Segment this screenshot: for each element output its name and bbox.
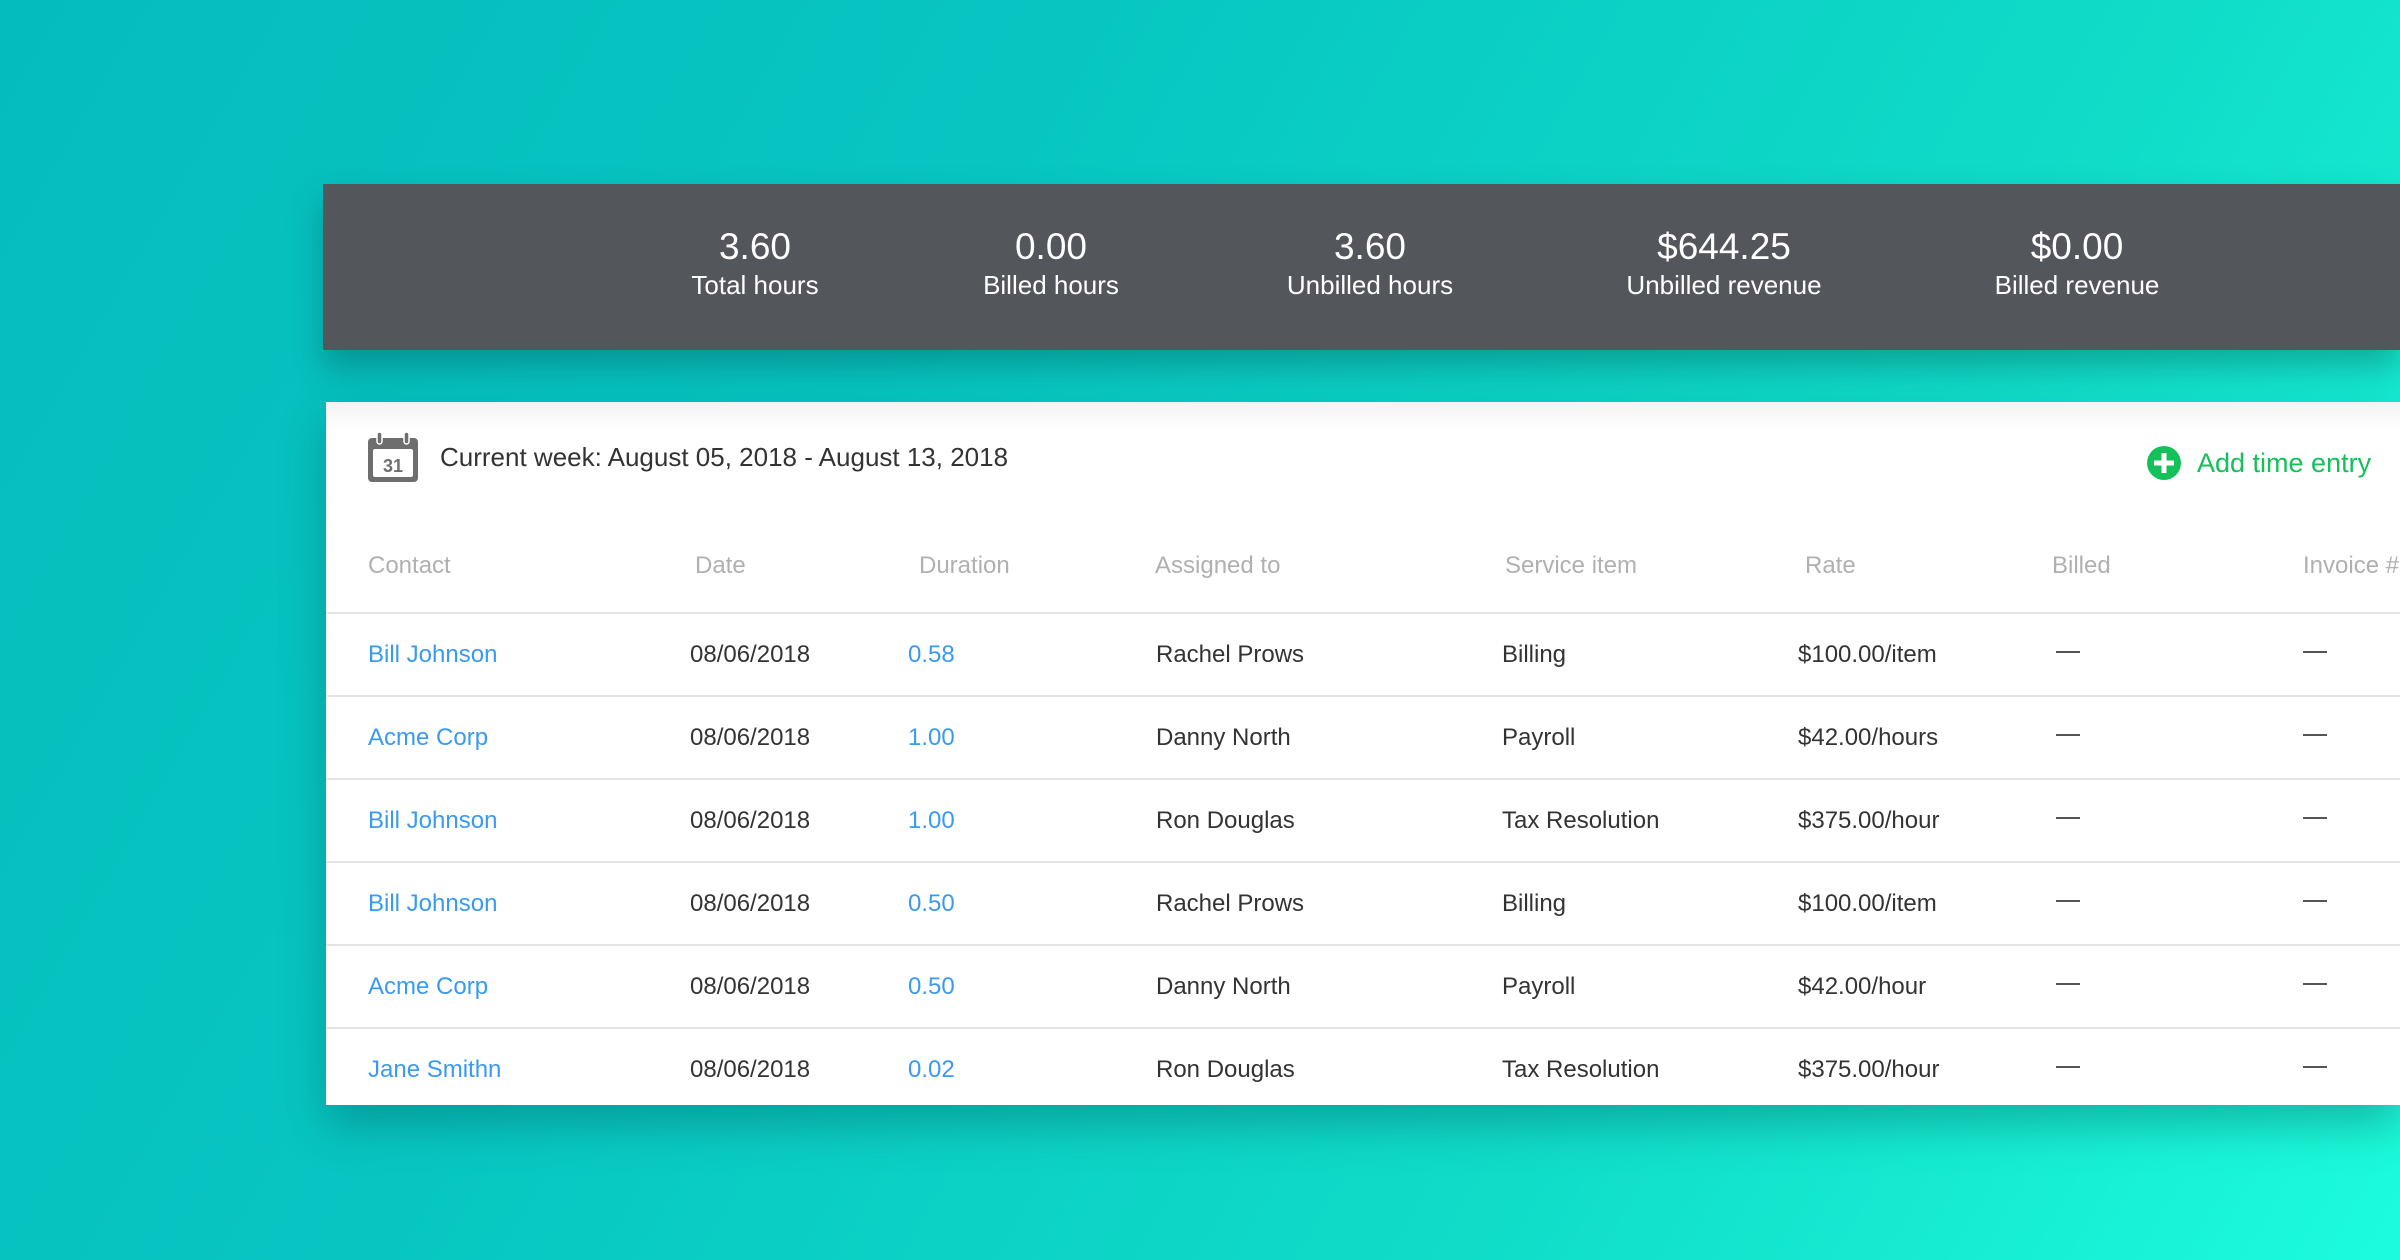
service-item-cell: Billing [1502, 640, 1567, 668]
table-row[interactable]: Acme Corp 08/06/2018 0.50 Danny North Pa… [326, 946, 2400, 1029]
date-cell: 08/06/2018 [690, 806, 811, 834]
contact-link[interactable]: Bill Johnson [368, 780, 497, 861]
stats-panel: 3.60 Total hours 0.00 Billed hours 3.60 … [323, 184, 2400, 350]
empty-dash-icon [2303, 816, 2327, 819]
rate-cell: $42.00/hour [1798, 972, 1927, 1000]
stat-label: Billed revenue [1994, 270, 2160, 300]
contact-link[interactable]: Bill Johnson [368, 614, 497, 695]
invoice-cell [2303, 780, 2327, 861]
empty-dash-icon [2056, 1065, 2080, 1068]
stat-unbilled-hours: 3.60 Unbilled hours [1190, 226, 1550, 302]
add-time-entry-label: Add time entry [2197, 448, 2372, 478]
service-item-cell: Payroll [1502, 723, 1576, 751]
time-entries-card: 31 Current week: August 05, 2018 - Augus… [326, 402, 2400, 1105]
column-header-duration[interactable]: Duration [919, 530, 1010, 612]
assigned-to-cell: Rachel Prows [1156, 889, 1305, 917]
empty-dash-icon [2056, 816, 2080, 819]
service-item-cell: Tax Resolution [1502, 1055, 1660, 1083]
calendar-icon: 31 [368, 432, 418, 482]
stat-unbilled-revenue: $644.25 Unbilled revenue [1544, 226, 1904, 302]
column-header-date[interactable]: Date [695, 530, 746, 612]
empty-dash-icon [2056, 982, 2080, 985]
table-row[interactable]: Bill Johnson 08/06/2018 0.58 Rachel Prow… [326, 614, 2400, 697]
duration-link[interactable]: 0.50 [908, 946, 955, 1027]
time-entries-table: Contact Date Duration Assigned to Servic… [326, 530, 2400, 1105]
table-row[interactable]: Jane Smithn 08/06/2018 0.02 Ron Douglas … [326, 1029, 2400, 1105]
stat-label: Unbilled hours [1286, 270, 1454, 300]
contact-link[interactable]: Bill Johnson [368, 863, 497, 944]
stat-value: $0.00 [2030, 226, 2124, 267]
stat-label: Unbilled revenue [1626, 270, 1822, 300]
service-item-cell: Payroll [1502, 972, 1576, 1000]
duration-link[interactable]: 1.00 [908, 697, 955, 778]
table-row[interactable]: Bill Johnson 08/06/2018 0.50 Rachel Prow… [326, 863, 2400, 946]
empty-dash-icon [2056, 899, 2080, 902]
column-header-billed[interactable]: Billed [2052, 530, 2111, 612]
column-header-service-item[interactable]: Service item [1505, 530, 1637, 612]
invoice-cell [2303, 946, 2327, 1027]
stat-label: Billed hours [983, 270, 1119, 300]
empty-dash-icon [2056, 650, 2080, 653]
service-item-cell: Billing [1502, 889, 1567, 917]
duration-link[interactable]: 0.02 [908, 1029, 955, 1105]
table-row[interactable]: Bill Johnson 08/06/2018 1.00 Ron Douglas… [326, 780, 2400, 863]
invoice-cell [2303, 1029, 2327, 1105]
service-item-cell: Tax Resolution [1502, 806, 1660, 834]
rate-cell: $100.00/item [1798, 640, 1937, 668]
column-header-contact[interactable]: Contact [368, 530, 451, 612]
table-row[interactable]: Acme Corp 08/06/2018 1.00 Danny North Pa… [326, 697, 2400, 780]
invoice-cell [2303, 863, 2327, 944]
assigned-to-cell: Ron Douglas [1156, 806, 1295, 834]
duration-link[interactable]: 1.00 [908, 780, 955, 861]
stat-billed-hours: 0.00 Billed hours [871, 226, 1231, 302]
empty-dash-icon [2056, 733, 2080, 736]
duration-link[interactable]: 0.50 [908, 863, 955, 944]
stat-billed-revenue: $0.00 Billed revenue [1897, 226, 2257, 302]
stat-value: 0.00 [1014, 226, 1087, 267]
rate-cell: $375.00/hour [1798, 806, 1940, 834]
date-cell: 08/06/2018 [690, 972, 811, 1000]
billed-cell [2056, 614, 2080, 695]
empty-dash-icon [2303, 1065, 2327, 1068]
contact-link[interactable]: Acme Corp [368, 697, 488, 778]
column-header-rate[interactable]: Rate [1805, 530, 1856, 612]
table-header: Contact Date Duration Assigned to Servic… [326, 530, 2400, 614]
rate-cell: $100.00/item [1798, 889, 1937, 917]
date-cell: 08/06/2018 [690, 640, 811, 668]
billed-cell [2056, 946, 2080, 1027]
rate-cell: $42.00/hours [1798, 723, 1939, 751]
contact-link[interactable]: Jane Smithn [368, 1029, 501, 1105]
empty-dash-icon [2303, 733, 2327, 736]
empty-dash-icon [2303, 982, 2327, 985]
stat-value: 3.60 [1333, 226, 1406, 267]
column-header-assigned-to[interactable]: Assigned to [1155, 530, 1280, 612]
empty-dash-icon [2303, 650, 2327, 653]
plus-circle-icon [2147, 446, 2181, 480]
assigned-to-cell: Danny North [1156, 972, 1291, 1000]
invoice-cell [2303, 614, 2327, 695]
assigned-to-cell: Danny North [1156, 723, 1291, 751]
assigned-to-cell: Rachel Prows [1156, 640, 1305, 668]
invoice-cell [2303, 697, 2327, 778]
billed-cell [2056, 780, 2080, 861]
billed-cell [2056, 697, 2080, 778]
contact-link[interactable]: Acme Corp [368, 946, 488, 1027]
stat-value: $644.25 [1657, 226, 1791, 267]
date-cell: 08/06/2018 [690, 889, 811, 917]
empty-dash-icon [2303, 899, 2327, 902]
duration-link[interactable]: 0.58 [908, 614, 955, 695]
rate-cell: $375.00/hour [1798, 1055, 1940, 1083]
column-header-invoice[interactable]: Invoice # [2303, 530, 2399, 612]
date-cell: 08/06/2018 [690, 723, 811, 751]
calendar-day: 31 [383, 456, 403, 476]
assigned-to-cell: Ron Douglas [1156, 1055, 1295, 1083]
billed-cell [2056, 1029, 2080, 1105]
date-cell: 08/06/2018 [690, 1055, 811, 1083]
billed-cell [2056, 863, 2080, 944]
current-week-label: Current week: August 05, 2018 - August 1… [440, 442, 1009, 472]
add-time-entry-button[interactable]: Add time entry [2147, 446, 2371, 480]
